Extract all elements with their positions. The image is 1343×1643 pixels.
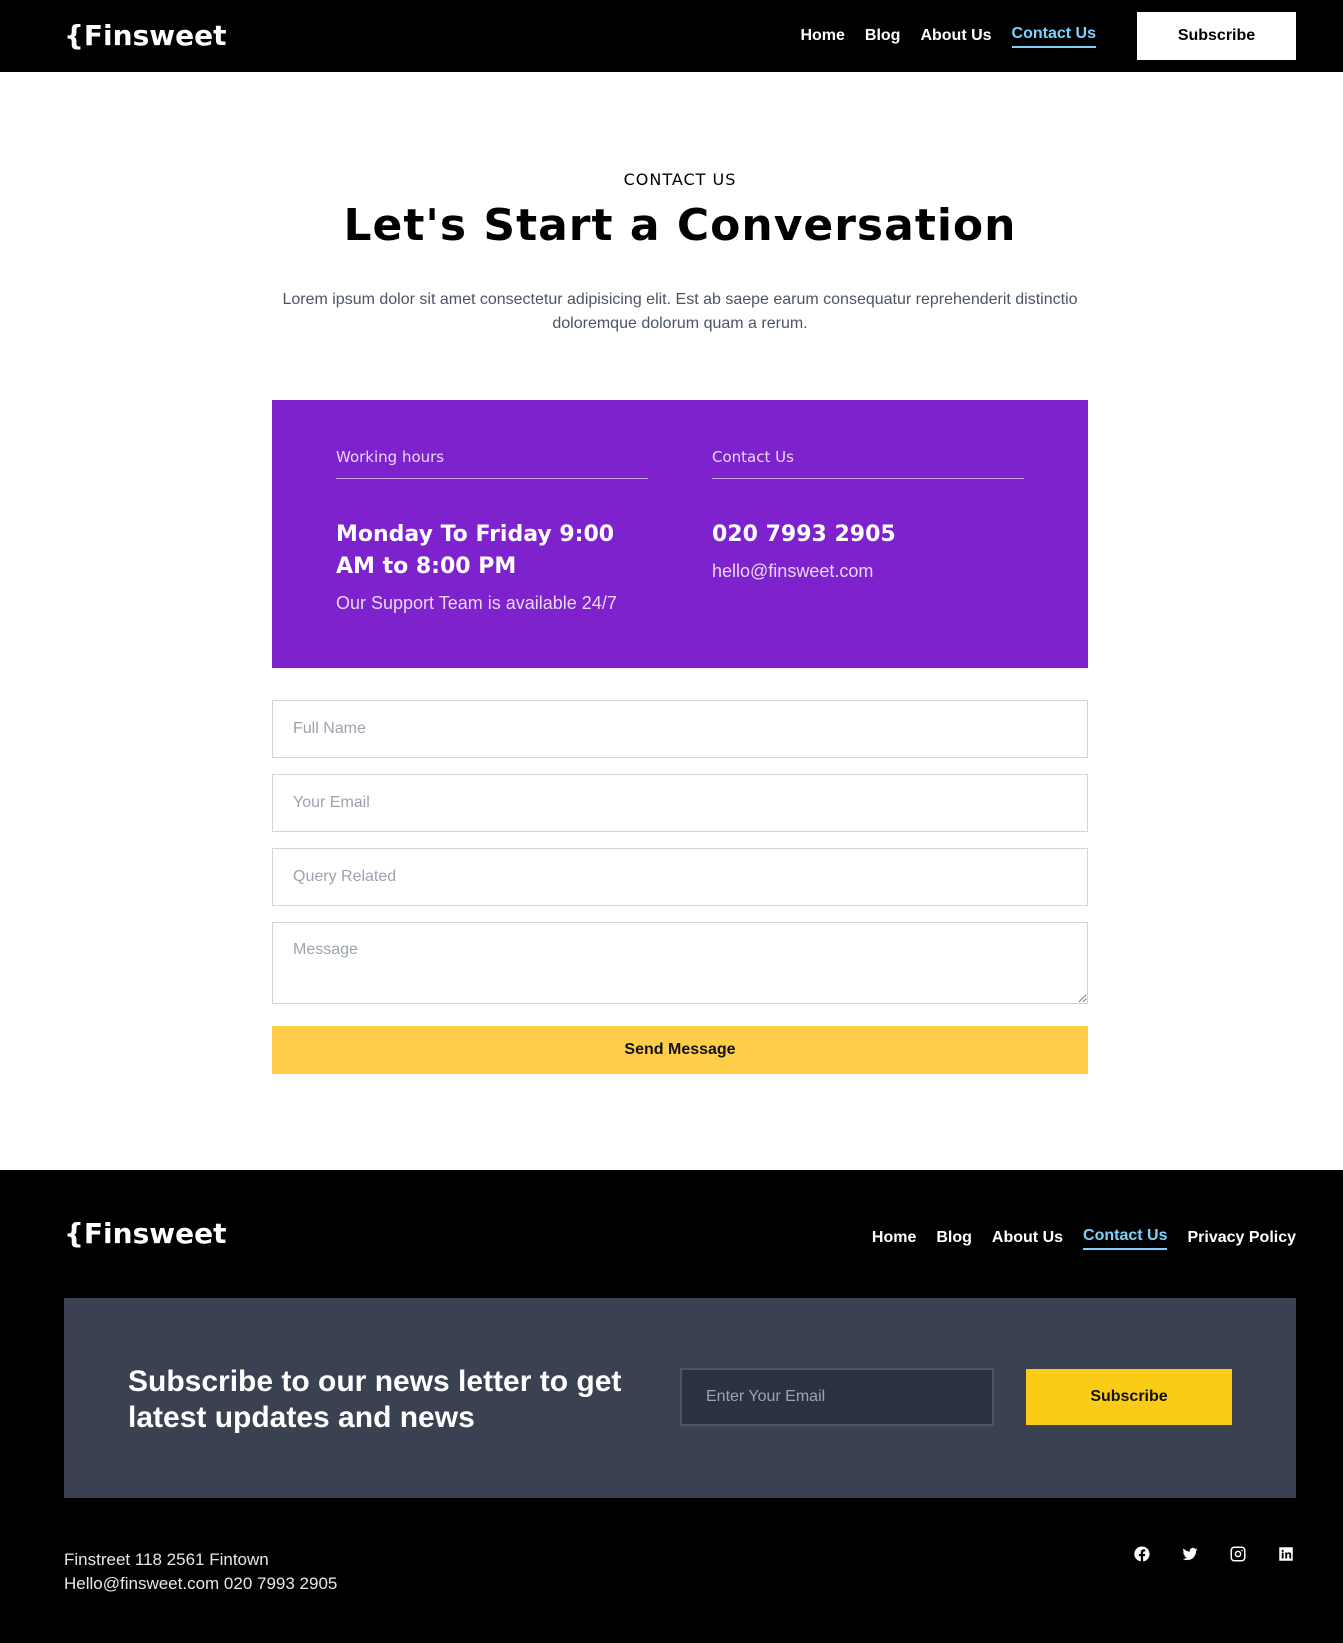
contact-label: Contact Us — [712, 448, 1024, 479]
newsletter-title: Subscribe to our news letter to get late… — [128, 1365, 622, 1434]
nav-blog[interactable]: Blog — [865, 22, 901, 50]
footer-nav: Home Blog About Us Contact Us Privacy Po… — [852, 1224, 1296, 1252]
section-eyebrow: CONTACT US — [623, 170, 737, 189]
email-input[interactable] — [272, 774, 1088, 832]
footer-nav-contact-us[interactable]: Contact Us — [1083, 1224, 1168, 1250]
page-title: Let's Start a Conversation — [343, 200, 1017, 251]
instagram-icon[interactable] — [1228, 1544, 1248, 1564]
query-input[interactable] — [272, 848, 1088, 906]
newsletter-panel: Subscribe to our news letter to get late… — [64, 1298, 1296, 1498]
full-name-input[interactable] — [272, 700, 1088, 758]
linkedin-icon[interactable] — [1276, 1544, 1296, 1564]
footer-logo[interactable]: {Finsweet — [64, 1214, 227, 1254]
intro-text: Lorem ipsum dolor sit amet consectetur a… — [282, 291, 1078, 332]
nav-contact-us[interactable]: Contact Us — [1011, 22, 1096, 48]
footer-nav-about-us[interactable]: About Us — [992, 1224, 1063, 1252]
main-nav: Home Blog About Us Contact Us — [780, 22, 1096, 50]
newsletter-subscribe-button[interactable]: Subscribe — [1026, 1369, 1232, 1425]
nav-home[interactable]: Home — [800, 22, 844, 50]
logo[interactable]: {Finsweet — [64, 16, 227, 56]
working-hours-label: Working hours — [336, 448, 648, 479]
facebook-icon[interactable] — [1132, 1544, 1152, 1564]
contact-column: Contact Us 020 7993 2905 hello@finsweet.… — [712, 448, 1024, 582]
working-hours-value: Monday To Friday 9:00 AM to 8:00 PM — [336, 522, 615, 579]
footer-nav-blog[interactable]: Blog — [936, 1224, 972, 1252]
send-message-button[interactable]: Send Message — [272, 1026, 1088, 1074]
message-textarea[interactable] — [272, 922, 1088, 1004]
header-subscribe-button[interactable]: Subscribe — [1137, 12, 1296, 60]
working-hours-column: Working hours Monday To Friday 9:00 AM t… — [336, 448, 648, 614]
social-links — [1132, 1544, 1296, 1564]
footer-nav-home[interactable]: Home — [872, 1224, 916, 1252]
twitter-icon[interactable] — [1180, 1544, 1200, 1564]
support-note: Our Support Team is available 24/7 — [336, 593, 617, 613]
contact-line: Hello@finsweet.com 020 7993 2905 — [64, 1574, 338, 1593]
contact-email[interactable]: hello@finsweet.com — [712, 561, 1024, 582]
footer-nav-privacy-policy[interactable]: Privacy Policy — [1187, 1224, 1296, 1252]
contact-phone[interactable]: 020 7993 2905 — [712, 519, 1024, 551]
newsletter-email-input[interactable] — [680, 1368, 994, 1426]
nav-about-us[interactable]: About Us — [920, 22, 991, 50]
contact-info-card: Working hours Monday To Friday 9:00 AM t… — [272, 400, 1088, 668]
footer-address: Finstreet 118 2561 Fintown Hello@finswee… — [64, 1548, 337, 1596]
site-header: {Finsweet Home Blog About Us Contact Us … — [0, 0, 1343, 72]
address-line: Finstreet 118 2561 Fintown — [64, 1550, 269, 1569]
site-footer: {Finsweet Home Blog About Us Contact Us … — [0, 1170, 1343, 1643]
